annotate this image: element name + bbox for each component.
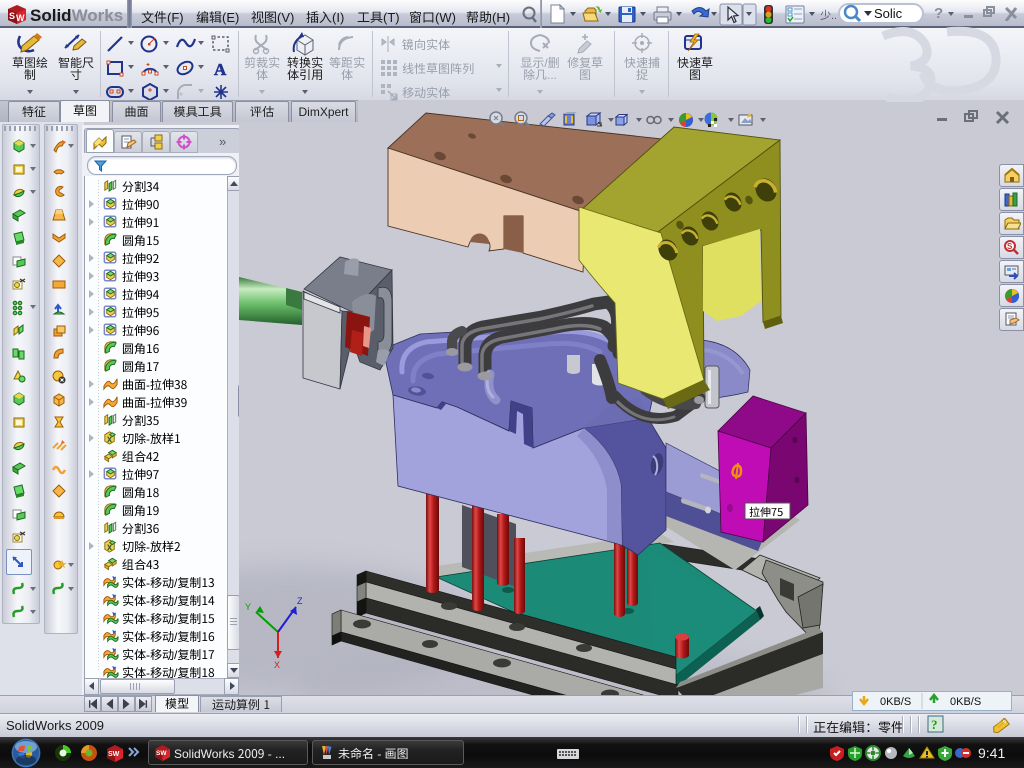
svg-text:0KB/S: 0KB/S [880,696,911,708]
svg-text:S: S [9,11,15,21]
svg-text:SolidWorks: SolidWorks [30,6,123,25]
svg-text:SW: SW [108,751,120,758]
svg-text:A: A [214,60,227,79]
svg-text:Z: Z [297,596,303,606]
svg-text:W: W [16,13,25,23]
svg-text:拉伸75: 拉伸75 [749,504,783,520]
svg-text:S: S [1007,242,1013,251]
svg-text:Y: Y [245,602,251,612]
svg-text:?: ? [931,717,938,732]
svg-text:SW: SW [156,750,167,757]
svg-text:X: X [274,660,280,670]
svg-text:0KB/S: 0KB/S [950,696,981,708]
svg-text:少..: 少.. [820,7,837,23]
svg-text:Solic: Solic [874,6,903,21]
